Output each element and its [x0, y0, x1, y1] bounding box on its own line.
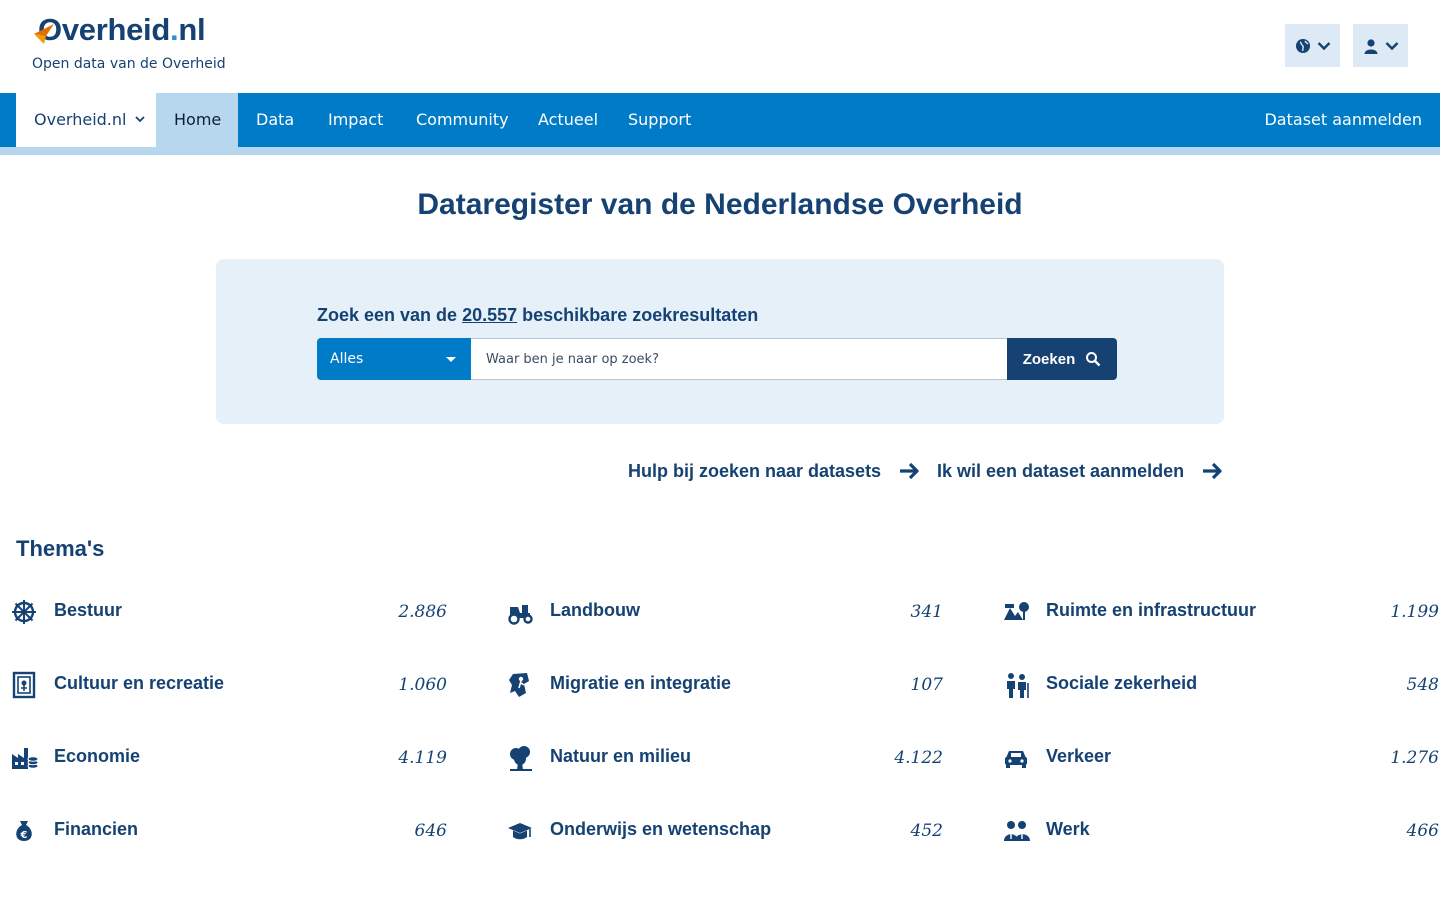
- svg-text:€: €: [20, 830, 28, 841]
- theme-name: Bestuur: [54, 600, 123, 620]
- tagline: Open data van de Overheid: [32, 56, 226, 72]
- register-dataset-label: Ik wil een dataset aanmelden: [937, 460, 1185, 481]
- search-label-suffix: beschikbare zoekresultaten: [522, 305, 759, 325]
- globe-icon: [1295, 38, 1310, 53]
- landscape-icon: [1004, 602, 1029, 620]
- people-icon: [1007, 673, 1029, 698]
- theme-name: Financien: [54, 819, 139, 839]
- theme-name: Onderwijs en wetenschap: [550, 819, 772, 839]
- theme-natuur-en-milieu[interactable]: Natuur en milieu 4.122: [507, 744, 943, 774]
- language-button[interactable]: [1285, 24, 1340, 67]
- logo-text: Overheid: [38, 12, 170, 47]
- theme-count: 1.276: [1390, 748, 1439, 768]
- theme-count: 2.886: [398, 602, 447, 622]
- search-button[interactable]: Zoeken: [1007, 338, 1117, 380]
- theme-count: 548: [1406, 675, 1439, 695]
- help-search-label: Hulp bij zoeken naar datasets: [628, 460, 882, 481]
- main-nav: Overheid.nl Home Data Impact Community A…: [0, 93, 1440, 147]
- nav-item-support[interactable]: Support: [610, 93, 709, 147]
- tractor-icon: [508, 605, 533, 625]
- caret-down-icon: [446, 357, 456, 362]
- nav-item-home[interactable]: Home: [156, 93, 238, 147]
- user-menu-button[interactable]: [1353, 24, 1408, 67]
- theme-name: Ruimte en infrastructuur: [1046, 600, 1257, 620]
- theme-economie[interactable]: Economie 4.119: [11, 744, 447, 774]
- arrow-right-icon: [900, 462, 919, 480]
- theme-name: Natuur en milieu: [550, 746, 692, 766]
- theme-count: 1.199: [1390, 602, 1439, 622]
- theme-financien[interactable]: € Financien 646: [11, 817, 447, 847]
- nav-item-actueel[interactable]: Actueel: [520, 93, 616, 147]
- workers-icon: [1004, 821, 1030, 841]
- logo-arrow-icon: [34, 24, 54, 44]
- theme-cultuur-en-recreatie[interactable]: Cultuur en recreatie 1.060: [11, 671, 447, 701]
- theme-count: 107: [910, 675, 943, 695]
- theme-landbouw[interactable]: Landbouw 341: [507, 598, 943, 628]
- help-search-link[interactable]: Hulp bij zoeken naar datasets: [628, 459, 921, 483]
- theme-verkeer[interactable]: Verkeer 1.276: [1003, 744, 1439, 774]
- map-person-icon: [509, 673, 529, 697]
- theme-sociale-zekerheid[interactable]: Sociale zekerheid 548: [1003, 671, 1439, 701]
- site-selector[interactable]: Overheid.nl: [16, 93, 156, 147]
- search-label: Zoek een van de 20.557 beschikbare zoekr…: [317, 305, 758, 326]
- nav-divider: [0, 147, 1440, 155]
- site-header: Overheid.nl Open data van de Overheid: [0, 0, 1440, 93]
- page-title: Dataregister van de Nederlandse Overheid: [417, 188, 1023, 221]
- search-filter-select[interactable]: Alles: [317, 338, 471, 380]
- graduation-cap-icon: [508, 823, 532, 840]
- search-input[interactable]: [471, 338, 1007, 380]
- search-icon: [1086, 352, 1101, 367]
- nav-dataset-aanmelden[interactable]: Dataset aanmelden: [1264, 93, 1422, 147]
- theme-bestuur[interactable]: Bestuur 2.886: [11, 598, 447, 628]
- chevron-down-icon: [1317, 41, 1330, 50]
- arrow-right-icon: [1203, 462, 1222, 480]
- car-icon: [1005, 751, 1027, 768]
- nav-item-community[interactable]: Community: [398, 93, 527, 147]
- factory-icon: [12, 748, 39, 769]
- chevron-down-icon: [1385, 41, 1398, 50]
- result-count-link[interactable]: 20.557: [462, 305, 517, 325]
- theme-count: 452: [910, 821, 943, 841]
- theme-count: 646: [414, 821, 447, 841]
- money-bag-icon: €: [16, 821, 32, 841]
- ship-wheel-icon: [12, 600, 36, 624]
- search-row: Alles Zoeken: [317, 338, 1117, 380]
- search-label-prefix: Zoek een van de: [317, 305, 458, 325]
- search-button-label: Zoeken: [1022, 350, 1076, 368]
- theme-name: Landbouw: [550, 600, 640, 620]
- user-icon: [1364, 38, 1377, 54]
- theme-migratie-en-integratie[interactable]: Migratie en integratie 107: [507, 671, 943, 701]
- theme-count: 4.119: [398, 748, 447, 768]
- theme-name: Verkeer: [1046, 746, 1112, 766]
- theme-count: 1.060: [398, 675, 447, 695]
- theme-name: Sociale zekerheid: [1046, 673, 1198, 693]
- painting-icon: [12, 671, 36, 699]
- theme-count: 341: [910, 602, 943, 622]
- themes-title: Thema's: [16, 536, 105, 561]
- register-dataset-link[interactable]: Ik wil een dataset aanmelden: [937, 459, 1224, 483]
- theme-name: Migratie en integratie: [550, 673, 732, 693]
- chevron-down-icon: [135, 116, 145, 123]
- theme-name: Cultuur en recreatie: [54, 673, 225, 693]
- theme-ruimte-en-infrastructuur[interactable]: Ruimte en infrastructuur 1.199: [1003, 598, 1439, 628]
- site-selector-label: Overheid.nl: [34, 110, 127, 129]
- theme-name: Werk: [1046, 819, 1090, 839]
- search-filter-value: Alles: [330, 351, 364, 367]
- nav-item-data[interactable]: Data: [238, 93, 312, 147]
- theme-count: 466: [1406, 821, 1439, 841]
- search-panel: Zoek een van de 20.557 beschikbare zoekr…: [216, 259, 1224, 424]
- theme-count: 4.122: [894, 748, 943, 768]
- tree-icon: [510, 746, 532, 771]
- logo[interactable]: Overheid.nl: [32, 12, 206, 48]
- theme-werk[interactable]: Werk 466: [1003, 817, 1439, 847]
- theme-onderwijs-en-wetenschap[interactable]: Onderwijs en wetenschap 452: [507, 817, 943, 847]
- theme-name: Economie: [54, 746, 141, 766]
- logo-tld: nl: [178, 12, 206, 47]
- nav-item-impact[interactable]: Impact: [310, 93, 401, 147]
